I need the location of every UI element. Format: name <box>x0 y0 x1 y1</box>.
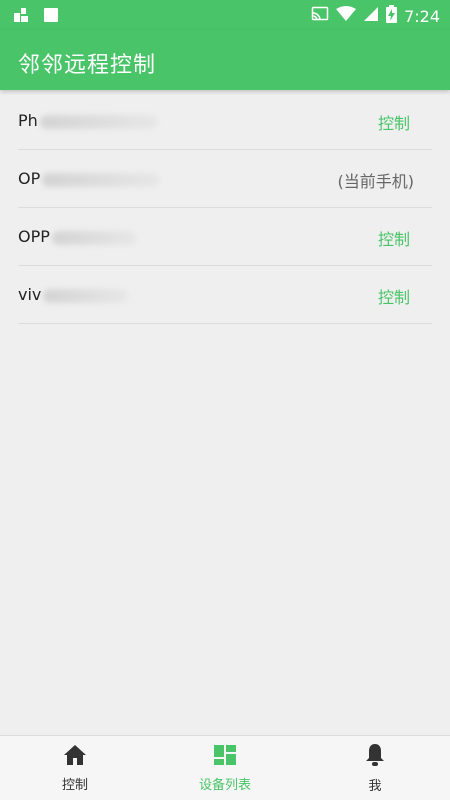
device-name: OPP <box>18 227 137 246</box>
tab-label: 我 <box>368 778 382 794</box>
tab-label: 设备列表 <box>198 777 251 793</box>
status-bar: 7:24 <box>0 0 450 30</box>
signal-icon <box>363 6 379 26</box>
blurred-device-name <box>39 114 158 129</box>
device-name-text: Ph <box>18 111 38 130</box>
device-name-text: OP <box>18 169 41 188</box>
list-item[interactable]: Ph 控制 <box>18 92 432 150</box>
blurred-device-name <box>51 230 137 245</box>
wifi-icon <box>336 6 357 26</box>
status-time: 7:24 <box>404 6 440 26</box>
tab-label: 控制 <box>61 777 88 793</box>
page-title: 邻邻远程控制 <box>18 53 157 78</box>
battery-charging-icon <box>386 5 398 27</box>
current-phone-label: (当前手机) <box>337 172 415 191</box>
control-button[interactable]: 控制 <box>378 110 410 134</box>
tab-me[interactable]: 我 <box>300 736 450 800</box>
device-list: Ph 控制 OP (当前手机) OPP 控制 viv 控制 <box>0 92 450 324</box>
device-name-text: OPP <box>18 227 50 246</box>
stop-icon <box>42 6 60 28</box>
device-name: viv <box>18 285 129 304</box>
device-name: Ph <box>18 111 158 130</box>
app-bar: 邻邻远程控制 <box>0 30 450 90</box>
tab-control[interactable]: 控制 <box>0 736 150 800</box>
control-button[interactable]: 控制 <box>378 284 410 308</box>
bell-icon <box>364 743 386 771</box>
list-item[interactable]: OP (当前手机) <box>18 150 432 208</box>
home-icon <box>63 744 87 770</box>
blurred-device-name <box>42 172 161 187</box>
tab-device-list[interactable]: 设备列表 <box>150 736 300 800</box>
list-item[interactable]: viv 控制 <box>18 266 432 324</box>
control-button[interactable]: 控制 <box>378 226 410 250</box>
list-item[interactable]: OPP 控制 <box>18 208 432 266</box>
device-name-text: viv <box>18 285 42 304</box>
bottom-nav: 控制 设备列表 我 <box>0 735 450 800</box>
cast-icon <box>311 6 329 26</box>
dashboard-icon <box>213 744 237 770</box>
app-notification-icon <box>12 6 30 28</box>
device-name: OP <box>18 169 161 188</box>
blurred-device-name <box>43 288 129 303</box>
